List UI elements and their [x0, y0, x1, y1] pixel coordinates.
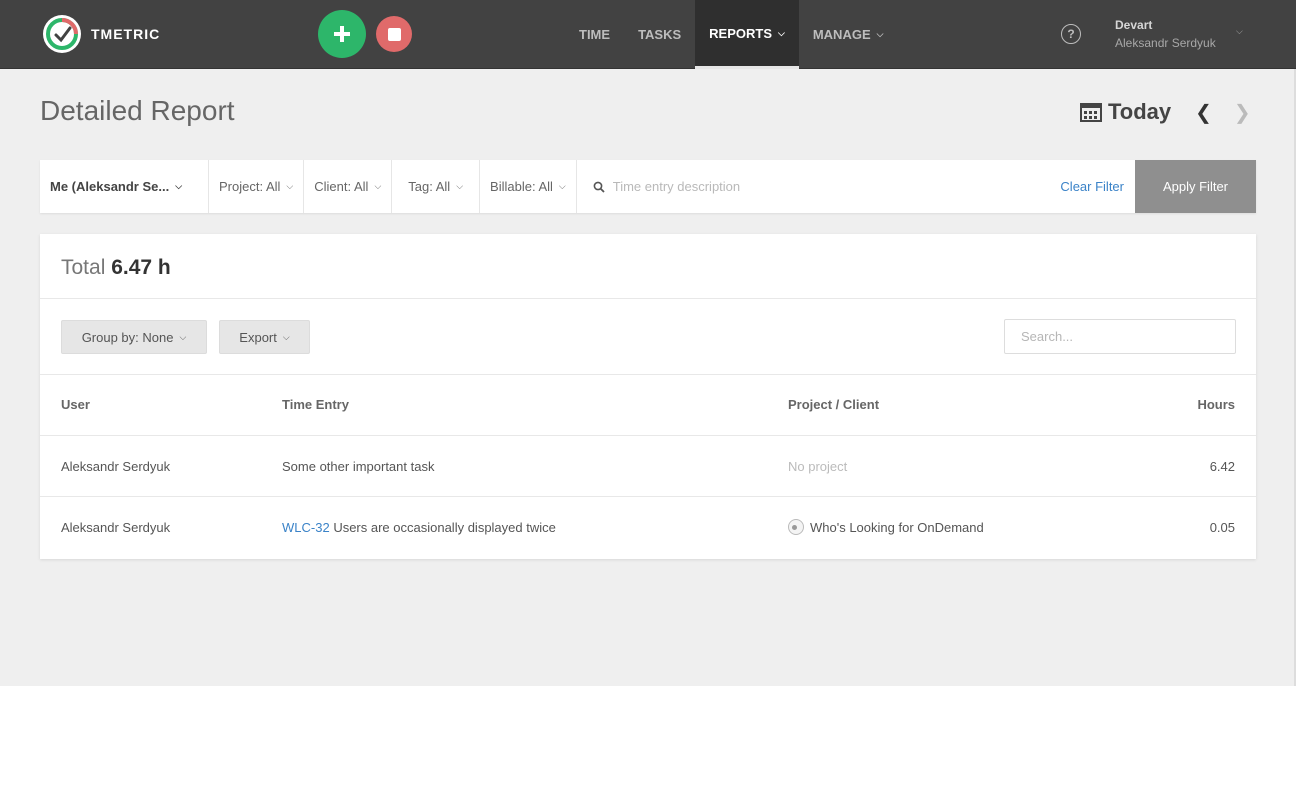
project-icon [788, 519, 804, 535]
stop-icon [387, 27, 401, 41]
client-filter-label: Client: All [314, 179, 369, 194]
billable-filter-label: Billable: All [490, 179, 553, 194]
nav-manage[interactable]: MANAGE ⌵ [799, 0, 898, 69]
search-icon [593, 181, 605, 193]
row-project-text: Who's Looking for OnDemand [810, 520, 984, 535]
report-search-input[interactable] [1004, 319, 1236, 354]
row-user: Aleksandr Serdyuk [61, 520, 171, 535]
apply-filter-button[interactable]: Apply Filter [1135, 160, 1256, 213]
chevron-down-icon[interactable]: ⌵ [1236, 26, 1243, 37]
row-hours: 6.42 [1209, 459, 1235, 474]
nav-manage-label: MANAGE [812, 27, 871, 42]
nav-reports-label: REPORTS [709, 25, 773, 41]
row-time-entry-text: Users are occasionally displayed twice [333, 520, 556, 535]
column-header-project[interactable]: Project / Client [788, 397, 879, 412]
task-key-link[interactable]: WLC-32 [282, 520, 330, 535]
tmetric-logo-icon [43, 15, 81, 53]
chevron-down-icon: ⌵ [282, 331, 290, 342]
client-filter[interactable]: Client: All ⌵ [304, 160, 393, 213]
total-label: Total [61, 256, 106, 279]
row-time-entry: WLC-32 Users are occasionally displayed … [282, 520, 556, 535]
filter-bar: Me (Aleksandr Se... ⌵ Project: All ⌵ Clien… [40, 160, 1256, 213]
nav-time[interactable]: TIME [565, 0, 624, 69]
account-user: Aleksandr Serdyuk [1115, 36, 1216, 50]
logo[interactable]: TMETRIC [43, 15, 160, 53]
row-time-entry: Some other important task [282, 459, 435, 474]
nav-tasks-label: TASKS [638, 27, 682, 42]
nav-time-label: TIME [579, 27, 611, 42]
nav-tasks[interactable]: TASKS [624, 0, 695, 69]
tag-filter-label: Tag: All [408, 179, 451, 194]
chevron-down-icon: ⌵ [286, 181, 294, 191]
app-name: TMETRIC [91, 26, 161, 42]
export-dropdown[interactable]: Export ⌵ [219, 320, 310, 354]
group-by-label: Group by: None [81, 329, 174, 345]
divider [40, 496, 1256, 497]
report-total: Total 6.47 h [61, 256, 171, 280]
nav-reports[interactable]: REPORTS ⌵ [695, 0, 799, 69]
billable-filter[interactable]: Billable: All ⌵ [480, 160, 577, 213]
chevron-down-icon: ⌵ [558, 181, 566, 191]
chevron-down-icon: ⌵ [374, 181, 382, 191]
divider [40, 374, 1256, 375]
column-header-time-entry[interactable]: Time Entry [282, 397, 349, 412]
help-icon[interactable]: ? [1061, 24, 1081, 44]
row-hours: 0.05 [1209, 520, 1235, 535]
divider [40, 435, 1256, 436]
account-menu[interactable]: Devart Aleksandr Serdyuk [1115, 16, 1216, 52]
clear-filter-link[interactable]: Clear Filter [1049, 160, 1135, 213]
page-title: Detailed Report [40, 95, 235, 126]
app-window: TMETRIC TIME TASKS REPORTS ⌵ MANAGE ⌵ ? De… [0, 0, 1296, 686]
project-filter[interactable]: Project: All ⌵ [209, 160, 305, 213]
export-label: Export [239, 329, 277, 345]
project-filter-label: Project: All [219, 179, 281, 194]
tag-filter[interactable]: Tag: All ⌵ [392, 160, 481, 213]
account-org: Devart [1115, 18, 1153, 32]
chevron-down-icon: ⌵ [175, 181, 183, 191]
description-filter-placeholder: Time entry description [612, 179, 741, 194]
total-value: 6.47 h [111, 256, 171, 279]
chevron-down-icon: ⌵ [876, 29, 884, 39]
main-nav: TIME TASKS REPORTS ⌵ MANAGE ⌵ [565, 0, 897, 69]
chevron-right-icon[interactable]: ❯ [1234, 100, 1251, 125]
divider [40, 298, 1256, 299]
top-bar: TMETRIC TIME TASKS REPORTS ⌵ MANAGE ⌵ ? De… [0, 0, 1296, 69]
start-timer-button[interactable] [318, 10, 366, 58]
description-filter[interactable]: Time entry description [577, 160, 1050, 213]
chevron-left-icon[interactable]: ❮ [1195, 100, 1212, 125]
report-card: Total 6.47 h Group by: None ⌵ Export ⌵ Use… [40, 234, 1256, 559]
date-navigator: Today ❮ ❯ [1080, 99, 1251, 125]
chevron-down-icon: ⌵ [179, 331, 187, 342]
row-project: No project [788, 459, 848, 474]
calendar-icon[interactable] [1080, 102, 1102, 122]
column-header-user[interactable]: User [61, 397, 90, 412]
stop-timer-button[interactable] [376, 16, 412, 52]
group-by-dropdown[interactable]: Group by: None ⌵ [61, 320, 207, 354]
row-project: Who's Looking for OnDemand [788, 519, 984, 535]
chevron-down-icon: ⌵ [778, 27, 785, 38]
row-user: Aleksandr Serdyuk [61, 459, 171, 474]
period-label[interactable]: Today [1108, 99, 1171, 125]
plus-icon [334, 26, 350, 42]
person-filter[interactable]: Me (Aleksandr Se... ⌵ [40, 160, 209, 213]
column-header-hours[interactable]: Hours [1197, 397, 1235, 412]
chevron-down-icon: ⌵ [456, 181, 464, 191]
person-filter-label: Me (Aleksandr Se... [50, 179, 170, 194]
